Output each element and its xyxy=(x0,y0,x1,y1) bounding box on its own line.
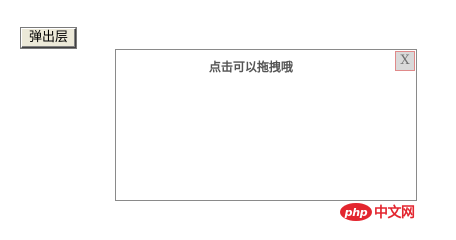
watermark-logo: php 中文网 xyxy=(340,202,430,222)
watermark-site-text: 中文网 xyxy=(374,205,415,221)
close-button[interactable]: X xyxy=(395,51,415,71)
open-popup-button[interactable]: 弹出层 xyxy=(21,28,76,48)
php-logo-oval: php xyxy=(340,203,372,221)
drag-handle-title[interactable]: 点击可以拖拽哦 xyxy=(116,58,386,75)
popup-dialog[interactable]: 点击可以拖拽哦 X xyxy=(115,49,417,201)
